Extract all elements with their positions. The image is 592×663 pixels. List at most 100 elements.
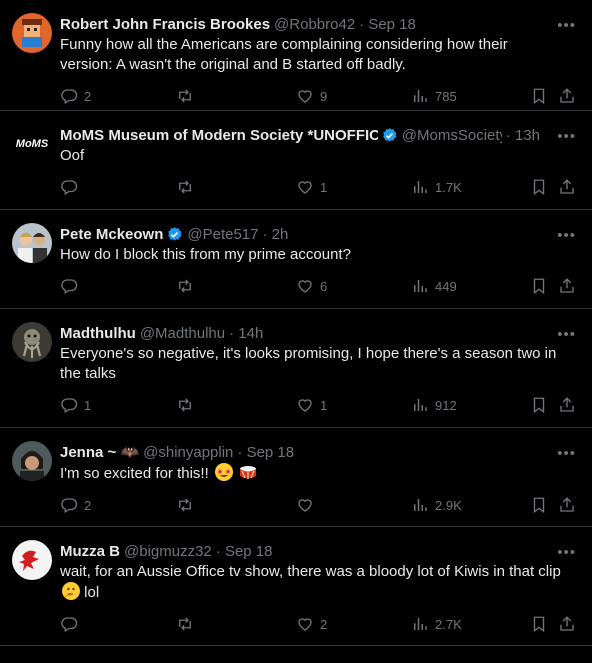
share-icon — [558, 277, 576, 295]
avatar[interactable] — [12, 223, 52, 263]
like-button[interactable] — [296, 496, 320, 514]
views-button[interactable]: 1.7K — [411, 178, 462, 196]
author-name[interactable]: Robert John Francis Brookes — [60, 16, 270, 33]
bookmark-button[interactable] — [530, 87, 548, 105]
author-handle[interactable]: @Madthulhu — [140, 325, 225, 342]
author-name[interactable]: MoMS Museum of Modern Society *UNOFFICI/ — [60, 127, 378, 144]
author-handle[interactable]: @MomsSociety — [402, 127, 502, 144]
like-icon — [296, 178, 314, 196]
author-handle[interactable]: @shinyapplin — [143, 444, 233, 461]
like-icon — [296, 277, 314, 295]
more-icon[interactable]: ••• — [557, 227, 576, 244]
bookmark-button[interactable] — [530, 396, 548, 414]
tweet-text-suffix: lol — [84, 584, 100, 601]
author-handle[interactable]: @Pete517 — [187, 226, 258, 243]
views-icon — [411, 277, 429, 295]
avatar[interactable] — [12, 441, 52, 481]
views-count: 2.9K — [435, 497, 462, 513]
reply-button[interactable] — [60, 178, 84, 196]
tweet[interactable]: Robert John Francis Brookes @Robbro42 · … — [0, 0, 592, 111]
views-icon — [411, 87, 429, 105]
verified-icon — [381, 127, 398, 144]
retweet-icon — [176, 87, 194, 105]
views-button[interactable]: 449 — [411, 277, 457, 295]
tweet-text: How do I block this from my prime accoun… — [60, 246, 351, 263]
like-button[interactable]: 6 — [296, 277, 327, 295]
more-icon[interactable]: ••• — [557, 326, 576, 343]
author-handle[interactable]: @Robbro42 — [274, 16, 355, 33]
reply-icon — [60, 615, 78, 633]
tweet[interactable]: Madthulhu @Madthulhu · 14h ••• Everyone'… — [0, 309, 592, 428]
like-count: 1 — [320, 397, 328, 413]
tweet-text: Everyone's so negative, it's looks promi… — [60, 345, 557, 382]
share-button[interactable] — [558, 615, 576, 633]
like-button[interactable]: 2 — [296, 615, 327, 633]
views-icon — [411, 496, 429, 514]
retweet-button[interactable] — [176, 277, 200, 295]
views-button[interactable]: 912 — [411, 396, 457, 414]
bookmark-icon — [530, 615, 548, 633]
avatar[interactable] — [12, 13, 52, 53]
bookmark-button[interactable] — [530, 178, 548, 196]
bookmark-button[interactable] — [530, 615, 548, 633]
reply-icon — [60, 87, 78, 105]
author-name[interactable]: Pete Mckeown — [60, 226, 163, 243]
bookmark-button[interactable] — [530, 496, 548, 514]
timestamp[interactable]: · 14h — [229, 325, 263, 342]
retweet-button[interactable] — [176, 178, 200, 196]
more-icon[interactable]: ••• — [557, 544, 576, 561]
reply-count: 2 — [84, 497, 92, 513]
like-button[interactable]: 9 — [296, 87, 327, 105]
bookmark-icon — [530, 178, 548, 196]
share-button[interactable] — [558, 396, 576, 414]
retweet-button[interactable] — [176, 396, 200, 414]
reply-button[interactable]: 2 — [60, 87, 91, 105]
author-name[interactable]: Jenna ~ 🦇 — [60, 443, 139, 461]
reply-icon — [60, 277, 78, 295]
share-button[interactable] — [558, 87, 576, 105]
reply-button[interactable]: 1 — [60, 396, 91, 414]
retweet-button[interactable] — [176, 87, 200, 105]
share-button[interactable] — [558, 277, 576, 295]
reply-button[interactable] — [60, 277, 84, 295]
tweet[interactable]: Muzza B @bigmuzz32 · Sep 18 ••• wait, fo… — [0, 527, 592, 646]
retweet-icon — [176, 496, 194, 514]
like-button[interactable]: 1 — [296, 396, 327, 414]
more-icon[interactable]: ••• — [557, 128, 576, 145]
avatar[interactable] — [12, 322, 52, 362]
share-button[interactable] — [558, 496, 576, 514]
retweet-button[interactable] — [176, 615, 200, 633]
views-button[interactable]: 2.9K — [411, 496, 462, 514]
avatar[interactable]: MoMS — [12, 124, 52, 164]
tweet-text: wait, for an Aussie Office tv show, ther… — [60, 563, 561, 580]
tweet[interactable]: Pete Mckeown @Pete517 · 2h ••• How do I … — [0, 210, 592, 309]
reply-icon — [60, 496, 78, 514]
views-button[interactable]: 785 — [411, 87, 457, 105]
tweet[interactable]: Jenna ~ 🦇 @shinyapplin · Sep 18 ••• I'm … — [0, 428, 592, 527]
avatar[interactable] — [12, 540, 52, 580]
timestamp[interactable]: · 13h — [506, 127, 540, 144]
more-icon[interactable]: ••• — [557, 445, 576, 462]
reply-count: 1 — [84, 397, 92, 413]
tweet-actions: 6 449 — [60, 269, 576, 309]
bookmark-icon — [530, 396, 548, 414]
share-button[interactable] — [558, 178, 576, 196]
retweet-button[interactable] — [176, 496, 200, 514]
reply-button[interactable]: 2 — [60, 496, 91, 514]
timestamp[interactable]: · Sep 18 — [237, 444, 294, 461]
timestamp[interactable]: · Sep 18 — [359, 16, 416, 33]
timestamp[interactable]: · 2h — [263, 226, 289, 243]
timestamp[interactable]: · Sep 18 — [216, 543, 273, 560]
author-name[interactable]: Madthulhu — [60, 325, 136, 342]
more-icon[interactable]: ••• — [557, 17, 576, 34]
reply-button[interactable] — [60, 615, 84, 633]
bookmark-button[interactable] — [530, 277, 548, 295]
tweet[interactable]: MoMS MoMS Museum of Modern Society *UNOF… — [0, 111, 592, 210]
author-handle[interactable]: @bigmuzz32 — [124, 543, 212, 560]
views-button[interactable]: 2.7K — [411, 615, 462, 633]
author-name[interactable]: Muzza B — [60, 543, 120, 560]
thinking-face-emoji-icon — [62, 582, 80, 600]
like-button[interactable]: 1 — [296, 178, 327, 196]
views-count: 785 — [435, 88, 457, 104]
reply-icon — [60, 178, 78, 196]
